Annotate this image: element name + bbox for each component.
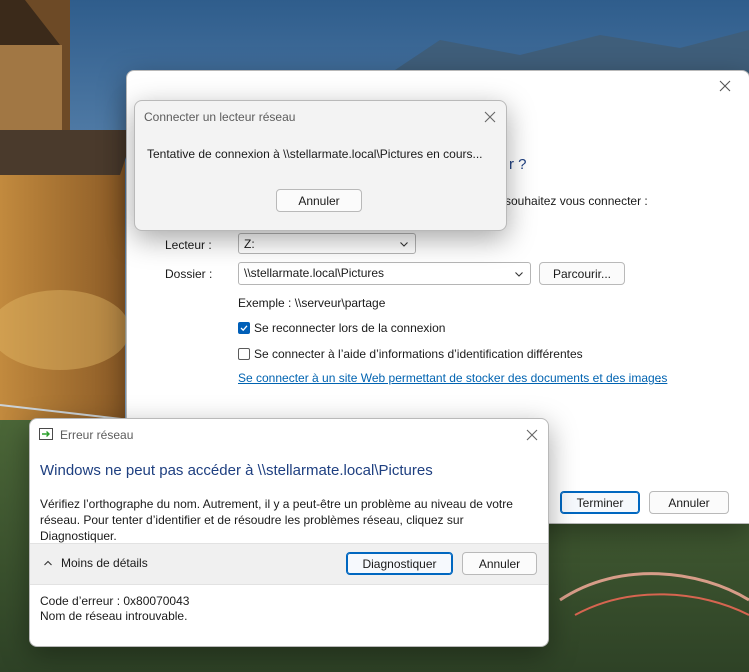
dialog-title: Erreur réseau xyxy=(60,428,134,442)
error-code: Code d’erreur : 0x80070043 xyxy=(40,594,190,608)
cancel-button[interactable]: Annuler xyxy=(462,552,537,575)
less-details-toggle[interactable]: Moins de détails xyxy=(43,556,148,571)
less-details-label: Moins de détails xyxy=(61,556,148,570)
web-link-suffix: . xyxy=(658,371,662,385)
example-text: Exemple : \\serveur\partage xyxy=(238,296,386,310)
cancel-button[interactable]: Annuler xyxy=(649,491,729,514)
diagnose-button[interactable]: Diagnostiquer xyxy=(346,552,453,575)
heading-fragment: r ? xyxy=(509,156,527,173)
error-message: Nom de réseau introuvable. xyxy=(40,609,188,623)
browse-button[interactable]: Parcourir... xyxy=(539,262,625,285)
cancel-button[interactable]: Annuler xyxy=(276,189,362,212)
drive-select-value: Z: xyxy=(244,237,255,251)
error-heading: Windows ne peut pas accéder à \\stellarm… xyxy=(40,462,433,479)
close-icon[interactable] xyxy=(525,428,539,442)
question-text: souhaitez vous connecter : xyxy=(505,194,648,208)
folder-input-value: \\stellarmate.local\Pictures xyxy=(244,266,385,280)
close-icon[interactable] xyxy=(483,110,497,124)
close-icon[interactable] xyxy=(718,79,732,93)
checkmark-icon xyxy=(240,325,248,332)
error-description: Vérifiez l’orthographe du nom. Autrement… xyxy=(40,497,513,543)
drive-label: Lecteur : xyxy=(165,238,212,252)
chevron-down-icon xyxy=(399,238,409,252)
network-error-dialog: Erreur réseau Windows ne peut pas accéde… xyxy=(29,418,549,647)
chevron-down-icon[interactable] xyxy=(514,268,524,282)
network-error-icon xyxy=(39,428,53,440)
web-storage-link[interactable]: Se connecter à un site Web permettant de… xyxy=(238,371,667,385)
details-bar: Moins de détails Diagnostiquer Annuler xyxy=(30,543,548,585)
dialog-title: Connecter un lecteur réseau xyxy=(144,110,296,124)
connecting-dialog: Connecter un lecteur réseau Tentative de… xyxy=(134,100,507,231)
connecting-message: Tentative de connexion à \\stellarmate.l… xyxy=(147,147,483,161)
folder-label: Dossier : xyxy=(165,267,213,281)
folder-combobox[interactable]: \\stellarmate.local\Pictures xyxy=(238,262,531,285)
reconnect-label[interactable]: Se reconnecter lors de la connexion xyxy=(254,321,445,335)
reconnect-checkbox[interactable] xyxy=(238,322,250,334)
other-credentials-label[interactable]: Se connecter à l’aide d’informations d’i… xyxy=(254,347,583,361)
chevron-up-icon xyxy=(43,557,53,571)
title-bar: Erreur réseau xyxy=(30,419,548,451)
finish-button[interactable]: Terminer xyxy=(560,491,640,514)
other-credentials-checkbox[interactable] xyxy=(238,348,250,360)
drive-select[interactable]: Z: xyxy=(238,233,416,254)
error-details: Code d’erreur : 0x80070043 Nom de réseau… xyxy=(40,594,189,624)
